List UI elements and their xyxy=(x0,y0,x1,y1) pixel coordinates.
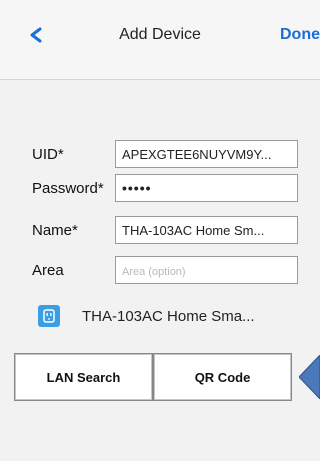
device-name: THA-103AC Home Sma... xyxy=(82,307,255,325)
done-button[interactable]: Done xyxy=(280,26,320,44)
password-input[interactable] xyxy=(115,174,298,202)
qr-code-button[interactable]: QR Code xyxy=(153,353,292,401)
navigation-bar: Add Device Done xyxy=(0,0,320,80)
uid-label: UID* xyxy=(32,146,64,163)
name-label: Name* xyxy=(32,222,78,239)
action-buttons: LAN Search QR Code xyxy=(14,353,292,401)
uid-input[interactable] xyxy=(115,140,298,168)
smart-plug-icon xyxy=(38,305,60,327)
area-label: Area xyxy=(32,262,64,279)
area-row: Area xyxy=(0,254,320,286)
password-row: Password* xyxy=(0,172,320,204)
password-label: Password* xyxy=(32,180,104,197)
name-row: Name* xyxy=(0,214,320,246)
pointer-arrow-icon xyxy=(299,355,320,399)
lan-search-button[interactable]: LAN Search xyxy=(14,353,153,401)
uid-row: UID* xyxy=(0,138,320,170)
device-summary: THA-103AC Home Sma... xyxy=(38,302,308,330)
name-input[interactable] xyxy=(115,216,298,244)
page-title: Add Device xyxy=(119,26,201,43)
area-input[interactable] xyxy=(115,256,298,284)
